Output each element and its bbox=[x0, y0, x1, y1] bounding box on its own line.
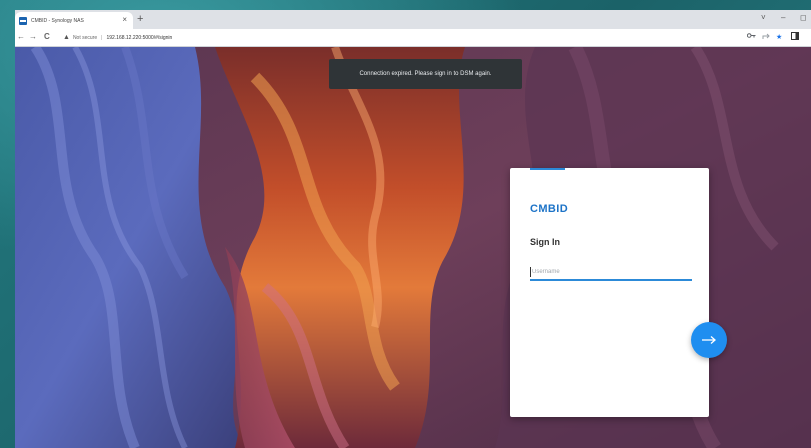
toast-message: Connection expired. Please sign in to DS… bbox=[359, 71, 492, 77]
share-icon[interactable] bbox=[762, 32, 770, 44]
address-separator: | bbox=[101, 34, 103, 41]
session-expired-toast: Connection expired. Please sign in to DS… bbox=[329, 59, 522, 89]
card-accent-bar bbox=[530, 168, 565, 170]
login-card: CMBID Sign In bbox=[510, 168, 709, 417]
url-text: 192.168.12.220:5000/#/signin bbox=[106, 34, 173, 41]
maximize-button[interactable]: ◻ bbox=[800, 13, 807, 23]
new-tab-button[interactable]: + bbox=[137, 13, 143, 25]
forward-button[interactable]: → bbox=[29, 31, 37, 43]
signin-page: Connection expired. Please sign in to DS… bbox=[15, 47, 811, 448]
key-icon[interactable] bbox=[746, 32, 756, 43]
browser-window: CMBID - Synology NAS × + ˅ – ◻ ← → C ▲ N… bbox=[15, 10, 811, 448]
warning-icon: ▲ bbox=[63, 34, 70, 41]
tab-synology[interactable]: CMBID - Synology NAS × bbox=[15, 12, 133, 29]
tab-strip: CMBID - Synology NAS × + ˅ – ◻ bbox=[15, 10, 811, 29]
tab-search-icon[interactable]: ˅ bbox=[761, 13, 766, 23]
reload-button[interactable]: C bbox=[44, 31, 50, 43]
brand-name: CMBID bbox=[530, 203, 569, 215]
star-icon[interactable]: ★ bbox=[776, 32, 782, 43]
sign-in-submit-button[interactable] bbox=[691, 322, 727, 358]
security-label: Not secure bbox=[72, 34, 98, 41]
synology-favicon-icon bbox=[19, 16, 27, 25]
text-cursor bbox=[530, 267, 531, 277]
address-bar[interactable]: ▲ Not secure | 192.168.12.220:5000/#/sig… bbox=[63, 31, 753, 44]
tab-close-icon[interactable]: × bbox=[122, 15, 127, 25]
sign-in-heading: Sign In bbox=[530, 237, 560, 247]
back-button[interactable]: ← bbox=[17, 31, 25, 43]
tab-title: CMBID - Synology NAS bbox=[31, 17, 84, 24]
arrow-right-icon bbox=[702, 336, 716, 344]
browser-toolbar: ← → C ▲ Not secure | 192.168.12.220:5000… bbox=[15, 29, 811, 47]
minimize-button[interactable]: – bbox=[781, 13, 785, 23]
username-input[interactable] bbox=[530, 265, 692, 281]
sidebar-icon[interactable] bbox=[791, 32, 799, 44]
